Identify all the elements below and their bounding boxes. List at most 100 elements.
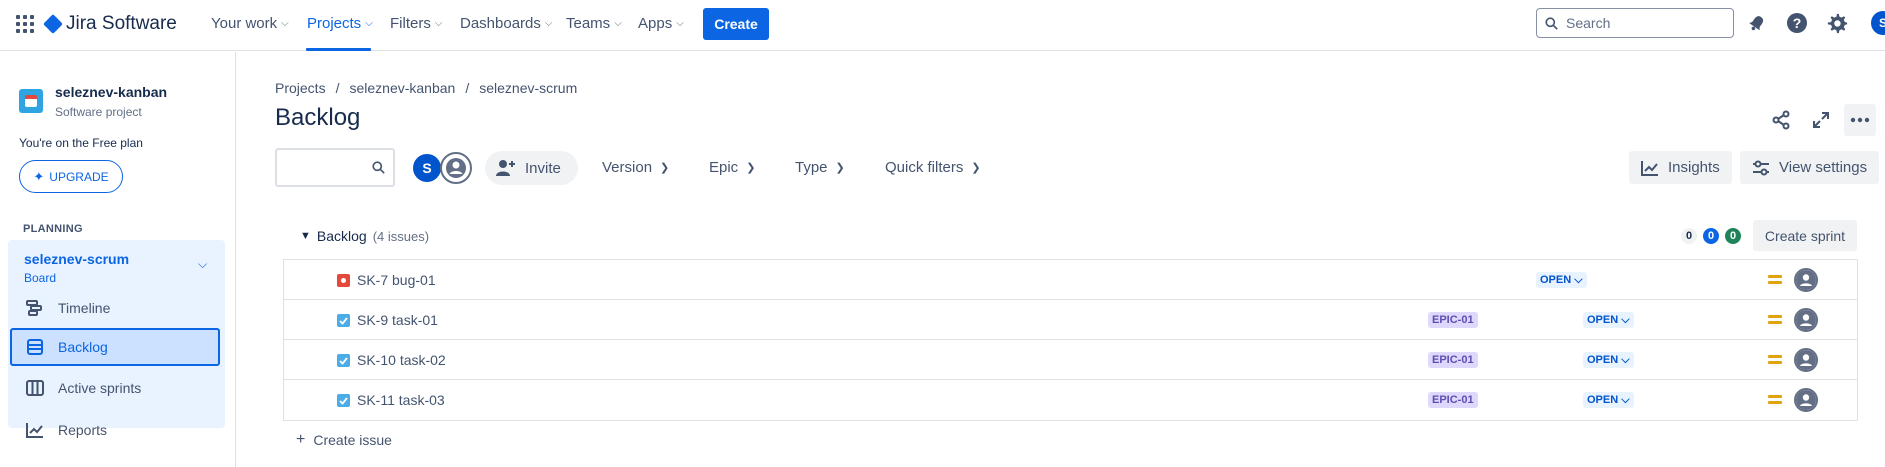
sidebar-item-timeline[interactable]: Timeline xyxy=(10,289,220,327)
create-button[interactable]: Create xyxy=(703,8,769,40)
backlog-icon xyxy=(27,339,43,355)
search-field[interactable] xyxy=(1536,8,1734,38)
insights-label: Insights xyxy=(1668,159,1720,176)
more-actions-icon[interactable] xyxy=(1844,104,1876,136)
nav-projects[interactable]: Projects ⌵ xyxy=(307,15,373,32)
settings-gear-icon[interactable] xyxy=(1825,11,1849,35)
breadcrumb-project[interactable]: seleznev-kanban xyxy=(349,80,455,96)
epic-lozenge[interactable]: EPIC-01 xyxy=(1428,352,1478,368)
nav-teams[interactable]: Teams ⌵ xyxy=(566,15,622,32)
todo-count-badge: 0 xyxy=(1681,228,1697,244)
nav-label: Apps xyxy=(638,15,673,32)
nav-label: Projects xyxy=(307,15,362,32)
app-switcher-icon[interactable] xyxy=(16,15,34,33)
issue-key-summary[interactable]: SK-7 bug-01 xyxy=(357,272,436,288)
board-switcher-chevron-icon[interactable]: ⌵ xyxy=(198,257,207,272)
plus-icon: + xyxy=(296,431,306,448)
breadcrumb: Projects / seleznev-kanban / seleznev-sc… xyxy=(275,80,577,96)
status-dropdown[interactable]: OPEN ⌵ xyxy=(1536,272,1587,288)
status-dropdown[interactable]: OPEN ⌵ xyxy=(1583,312,1634,328)
issue-key: SK-11 xyxy=(357,392,395,408)
sidebar-item-label: Backlog xyxy=(58,339,108,355)
nav-label: Teams xyxy=(566,15,611,32)
chevron-down-icon: ⌵ xyxy=(1621,313,1630,326)
issue-key-summary[interactable]: SK-11 task-03 xyxy=(357,392,445,408)
plan-note: You're on the Free plan xyxy=(19,136,143,150)
board-name[interactable]: seleznev-scrum xyxy=(24,251,129,267)
page-title: Backlog xyxy=(275,104,361,131)
jira-logo[interactable]: Jira Software xyxy=(43,13,177,35)
breadcrumb-separator: / xyxy=(335,80,340,96)
unassigned-avatar-icon[interactable] xyxy=(1794,388,1818,412)
create-issue-label: Create issue xyxy=(313,432,392,448)
backlog-section-header[interactable]: ▼ Backlog (4 issues) xyxy=(300,228,429,244)
table-row[interactable]: SK-10 task-02 EPIC-01 OPEN ⌵ xyxy=(284,340,1857,380)
share-icon[interactable] xyxy=(1765,104,1797,136)
unassigned-avatar-icon[interactable] xyxy=(1794,268,1818,292)
issue-key-summary[interactable]: SK-9 task-01 xyxy=(357,312,438,328)
breadcrumb-projects[interactable]: Projects xyxy=(275,80,326,96)
chevron-down-icon: ⌵ xyxy=(614,18,622,29)
filter-label: Epic xyxy=(709,159,739,176)
board-columns-icon xyxy=(26,380,44,396)
bug-icon xyxy=(337,274,350,287)
nav-label: Dashboards xyxy=(460,15,541,32)
table-row[interactable]: SK-7 bug-01 OPEN ⌵ xyxy=(284,260,1857,300)
issue-key-summary[interactable]: SK-10 task-02 xyxy=(357,352,446,368)
invite-label: Invite xyxy=(525,159,561,177)
quick-filters-dropdown[interactable]: Quick filters ❯ xyxy=(885,159,981,176)
task-checkbox-icon xyxy=(337,394,350,407)
table-row[interactable]: SK-11 task-03 EPIC-01 OPEN ⌵ xyxy=(284,380,1857,420)
chevron-down-icon: ⌵ xyxy=(1621,353,1630,366)
nav-filters[interactable]: Filters ⌵ xyxy=(390,15,442,32)
create-issue-button[interactable]: + Create issue xyxy=(296,431,392,449)
issue-summary: bug-01 xyxy=(392,272,436,288)
unassigned-avatar-icon[interactable] xyxy=(1794,308,1818,332)
help-icon[interactable]: ? xyxy=(1785,11,1809,35)
status-label: OPEN xyxy=(1587,394,1619,406)
status-dropdown[interactable]: OPEN ⌵ xyxy=(1583,352,1634,368)
task-checkbox-icon xyxy=(337,354,350,367)
nav-label: Filters xyxy=(390,15,431,32)
sidebar-item-reports[interactable]: Reports xyxy=(10,411,220,449)
issue-key: SK-10 xyxy=(357,352,396,368)
priority-medium-icon xyxy=(1768,393,1782,405)
notifications-icon[interactable] xyxy=(1745,11,1769,35)
product-name: Jira Software xyxy=(66,13,177,34)
sidebar-item-backlog[interactable]: Backlog xyxy=(10,328,220,366)
type-filter-dropdown[interactable]: Type ❯ xyxy=(795,159,845,176)
insights-button[interactable]: Insights xyxy=(1629,151,1732,184)
sidebar-item-label: Active sprints xyxy=(58,380,142,396)
fullscreen-icon[interactable] xyxy=(1805,104,1837,136)
view-settings-button[interactable]: View settings xyxy=(1740,151,1880,184)
nav-your-work[interactable]: Your work ⌵ xyxy=(211,15,289,32)
breadcrumb-board[interactable]: seleznev-scrum xyxy=(479,80,577,96)
user-avatar-filter[interactable]: S xyxy=(411,152,443,184)
nav-dashboards[interactable]: Dashboards ⌵ xyxy=(460,15,552,32)
epic-filter-dropdown[interactable]: Epic ❯ xyxy=(709,159,755,176)
project-type: Software project xyxy=(55,105,142,119)
collapse-chevron-icon[interactable]: ▼ xyxy=(300,230,311,242)
version-filter-dropdown[interactable]: Version ❯ xyxy=(602,159,669,176)
status-label: OPEN xyxy=(1587,354,1619,366)
epic-lozenge[interactable]: EPIC-01 xyxy=(1428,392,1478,408)
create-sprint-button[interactable]: Create sprint xyxy=(1753,220,1857,251)
unassigned-avatar-icon[interactable] xyxy=(1794,348,1818,372)
status-dropdown[interactable]: OPEN ⌵ xyxy=(1583,392,1634,408)
jira-diamond-icon xyxy=(43,14,63,34)
done-count-badge: 0 xyxy=(1725,228,1741,244)
search-input[interactable] xyxy=(1566,15,1716,31)
sidebar-item-active-sprints[interactable]: Active sprints xyxy=(10,369,220,407)
invite-button[interactable]: Invite xyxy=(485,151,578,185)
timeline-icon xyxy=(26,300,42,316)
project-name[interactable]: seleznev-kanban xyxy=(55,84,167,100)
nav-apps[interactable]: Apps ⌵ xyxy=(638,15,684,32)
chevron-down-icon: ⌵ xyxy=(544,18,553,29)
backlog-search-input[interactable] xyxy=(275,148,395,187)
unassigned-avatar-icon[interactable] xyxy=(440,152,472,184)
epic-lozenge[interactable]: EPIC-01 xyxy=(1428,312,1478,328)
table-row[interactable]: SK-9 task-01 EPIC-01 OPEN ⌵ xyxy=(284,300,1857,340)
upgrade-button[interactable]: ✦ UPGRADE xyxy=(19,160,123,193)
view-settings-label: View settings xyxy=(1779,159,1868,176)
user-avatar[interactable]: S xyxy=(1871,11,1885,35)
